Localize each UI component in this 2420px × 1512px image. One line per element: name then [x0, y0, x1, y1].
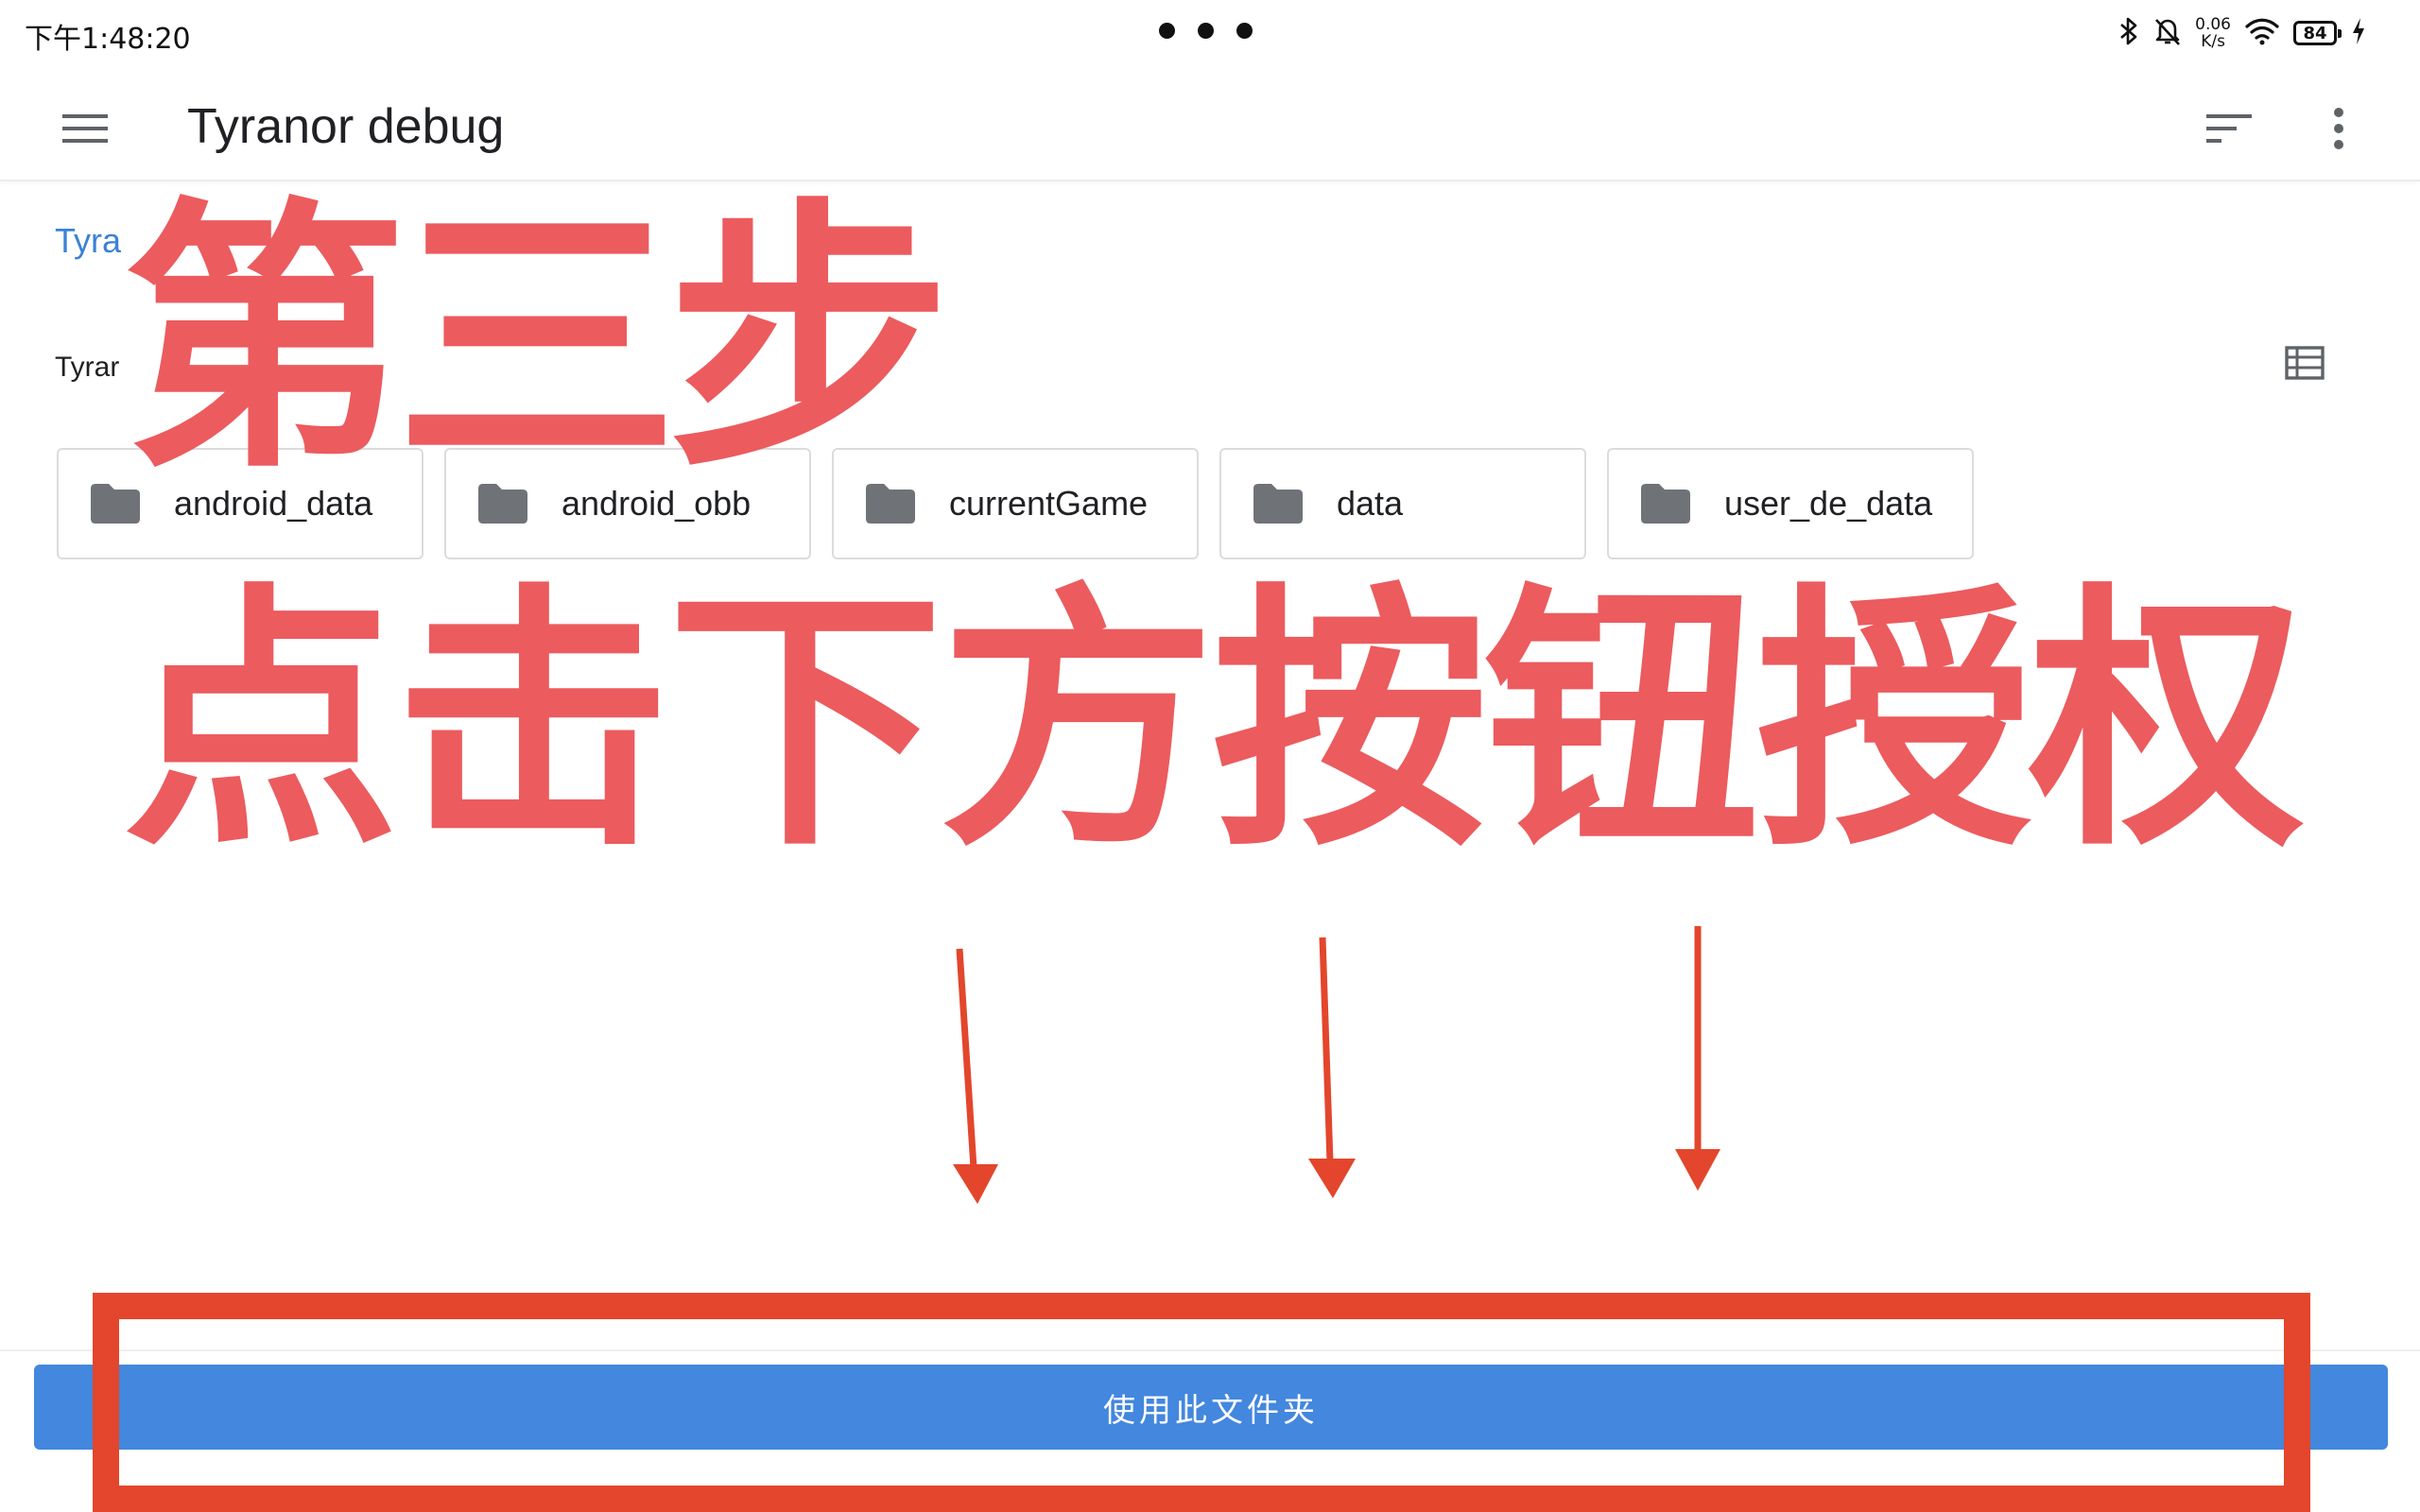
- net-speed-unit: K/s: [2201, 32, 2225, 51]
- folder-name: currentGame: [949, 484, 1149, 523]
- folder-icon: [1641, 484, 1690, 524]
- charging-icon: [2350, 16, 2367, 51]
- breadcrumb-root[interactable]: Tyra: [55, 221, 121, 261]
- app-bar: Tyranor debug: [0, 68, 2420, 181]
- folder-path-label: Tyrar: [55, 352, 120, 383]
- status-icons: 0.06 K/s 84: [2118, 11, 2367, 55]
- wifi-icon: [2244, 17, 2280, 50]
- dot: [1236, 23, 1253, 39]
- bluetooth-icon: [2118, 16, 2140, 51]
- status-time: 下午1:48:20: [25, 23, 191, 56]
- folder-name: user_de_data: [1724, 484, 1933, 523]
- network-speed: 0.06 K/s: [2195, 16, 2231, 50]
- folder-icon: [1253, 484, 1303, 524]
- folder-item-user-de-data[interactable]: user_de_data: [1607, 448, 1974, 559]
- dot: [1198, 23, 1214, 39]
- bottom-divider: [0, 1349, 2420, 1351]
- bell-muted-icon: [2153, 16, 2182, 51]
- more-options-button[interactable]: [2305, 96, 2373, 164]
- window-handle-dots[interactable]: [1159, 23, 1253, 39]
- folder-name: data: [1337, 484, 1404, 523]
- view-toggle-button[interactable]: [2278, 338, 2331, 391]
- dot: [1159, 23, 1175, 39]
- app-title: Tyranor debug: [187, 99, 505, 154]
- sort-button[interactable]: [2195, 96, 2263, 164]
- menu-button[interactable]: [51, 96, 119, 164]
- arrow-right: [1675, 926, 1720, 1191]
- arrow-left: [953, 948, 998, 1204]
- net-speed-value: 0.06: [2195, 15, 2231, 34]
- overlay-step-title: 第三步: [123, 176, 951, 506]
- arrow-middle: [1308, 936, 1356, 1198]
- folder-item-data[interactable]: data: [1219, 448, 1586, 559]
- menu-icon: [62, 112, 108, 150]
- more-vert-icon: [2333, 107, 2344, 154]
- list-view-icon: [2285, 345, 2325, 385]
- overlay-instruction: 点击下方按钮授权: [123, 561, 2305, 883]
- use-this-folder-button[interactable]: 使用此文件夹: [34, 1365, 2388, 1450]
- status-bar: 下午1:48:20 0.06 K/s 84: [0, 0, 2420, 68]
- battery-indicator: 84: [2293, 21, 2342, 45]
- sort-icon: [2206, 112, 2252, 149]
